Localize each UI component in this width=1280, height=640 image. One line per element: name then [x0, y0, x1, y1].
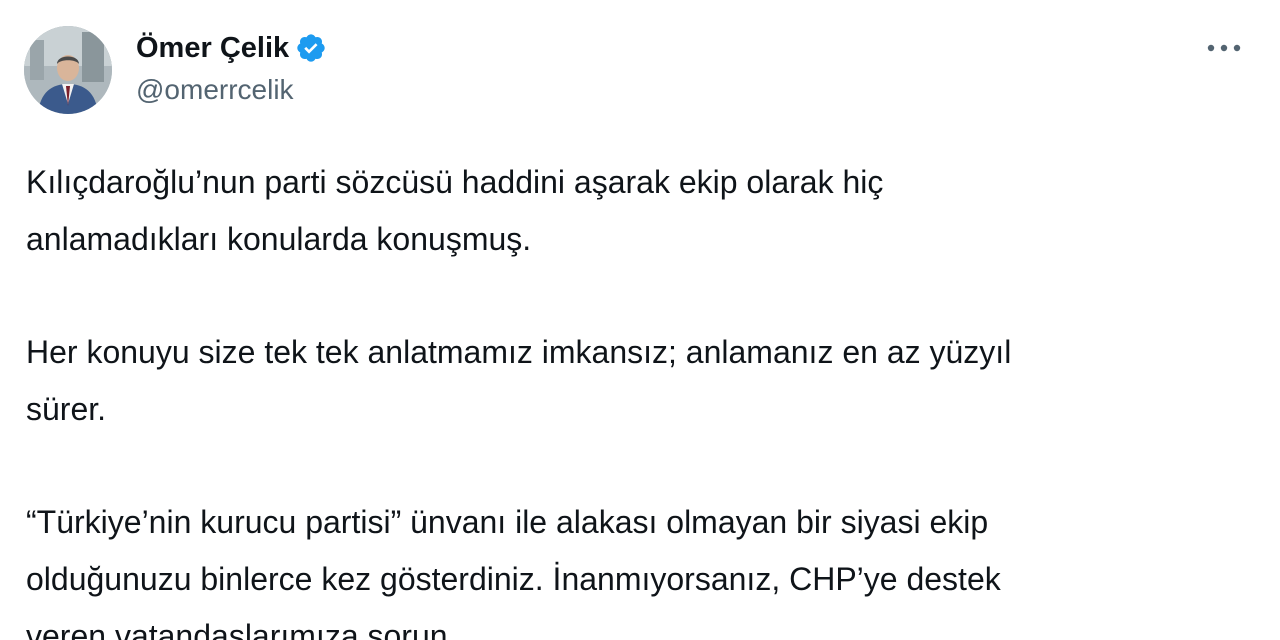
tweet-text: Kılıçdaroğlu’nun parti sözcüsü haddini a…	[26, 154, 1226, 640]
tweet-paragraph: Kılıçdaroğlu’nun parti sözcüsü haddini a…	[26, 164, 884, 257]
tweet-paragraph: Her konuyu size tek tek anlatmamız imkan…	[26, 334, 1012, 427]
avatar[interactable]	[24, 26, 112, 114]
verified-badge-icon	[295, 32, 327, 64]
author-name-row: Ömer Çelik	[136, 28, 327, 68]
tweet-card: Ömer Çelik @omerrcelik Kılıçdaroğlu’nun …	[0, 0, 1280, 640]
author-name[interactable]: Ömer Çelik	[136, 32, 289, 65]
author-handle[interactable]: @omerrcelik	[136, 74, 294, 106]
profile-photo	[24, 26, 112, 114]
more-options-icon[interactable]	[1200, 28, 1248, 68]
tweet-paragraph: “Türkiye’nin kurucu partisi” ünvanı ile …	[26, 504, 1001, 640]
